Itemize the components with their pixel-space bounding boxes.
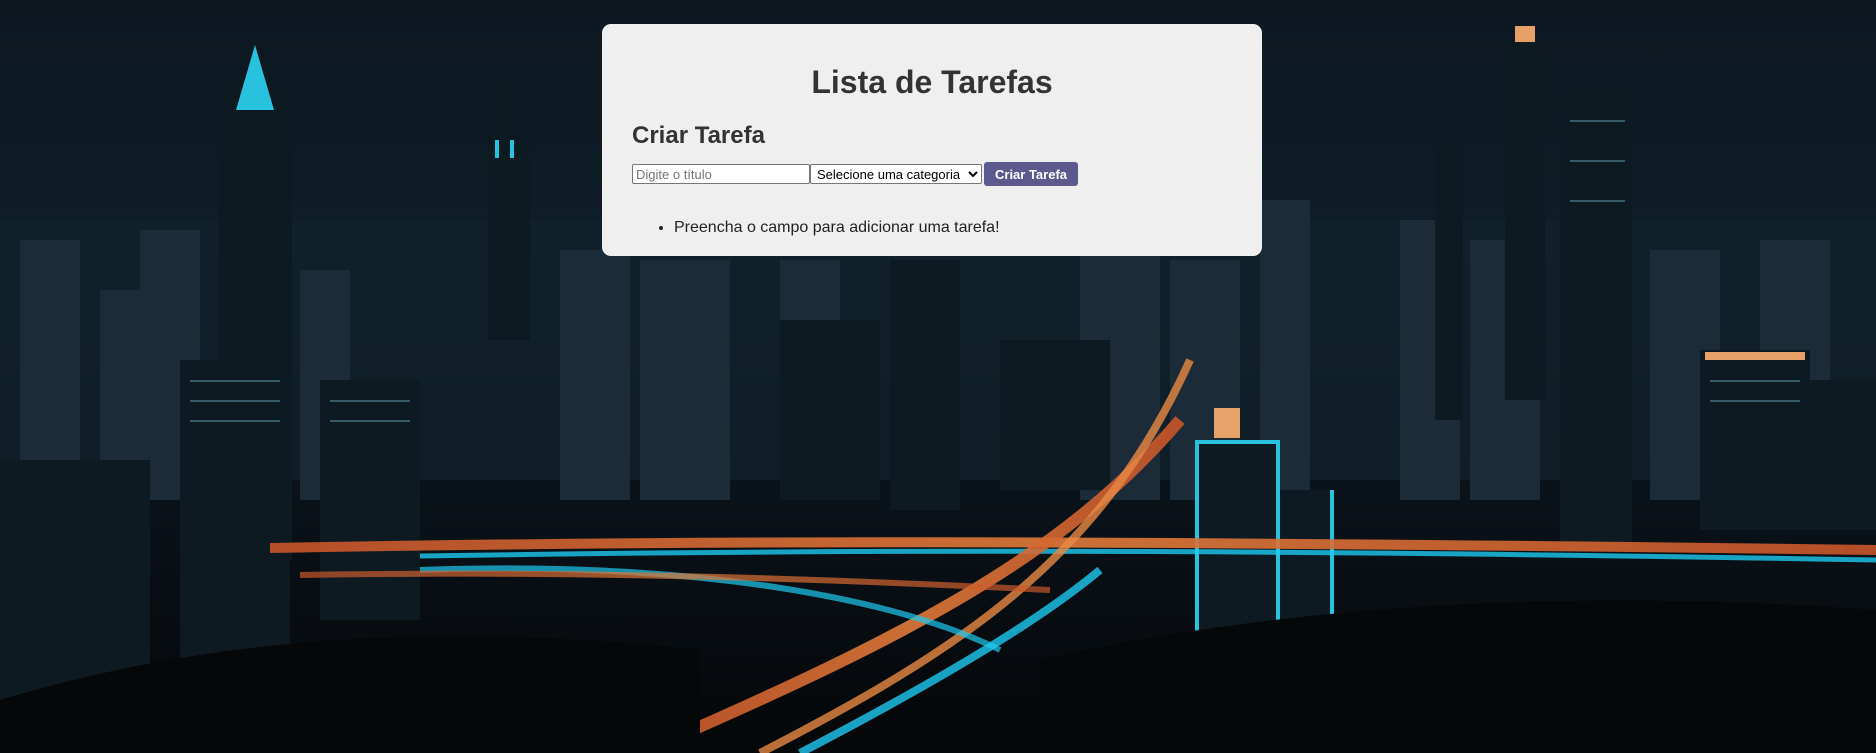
create-task-button[interactable]: Criar Tarefa [984,162,1079,186]
task-title-input[interactable] [632,164,810,184]
list-item: Preencha o campo para adicionar uma tare… [674,218,1000,239]
category-select[interactable]: Selecione uma categoria [810,164,982,184]
create-task-heading: Criar Tarefa [632,122,765,149]
page-title: Lista de Tarefas [811,64,1053,100]
task-list: Preencha o campo para adicionar uma tare… [632,218,1000,239]
task-card: Lista de Tarefas Criar Tarefa Selecione … [602,24,1262,256]
create-task-form: Selecione uma categoria Criar Tarefa [632,162,1079,186]
